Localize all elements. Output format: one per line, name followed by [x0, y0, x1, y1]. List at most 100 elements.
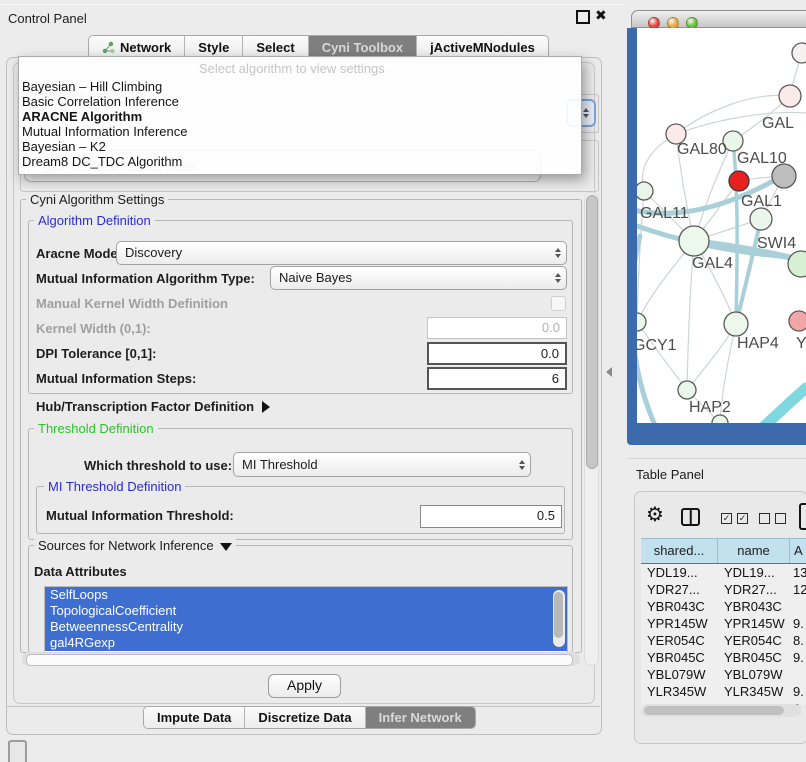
mi-threshold-title: MI Threshold Definition — [44, 479, 185, 494]
scrollbar-thumb[interactable] — [586, 195, 598, 469]
node-table-panel: ⚙ ✓✓ shared...nameA YDL19...YDL19...13YD… — [634, 491, 806, 744]
table-cell: 9. — [790, 615, 806, 632]
dpi-tolerance-field[interactable]: 0.0 — [427, 342, 567, 365]
list-scrollbar[interactable] — [553, 590, 565, 647]
scrollbar-thumb[interactable] — [644, 706, 784, 715]
scrollbar-thumb[interactable] — [26, 654, 573, 666]
table-row[interactable]: YPR145WYPR145W9. — [641, 615, 806, 632]
network-node[interactable] — [750, 208, 772, 230]
node-label-y: Y — [796, 335, 806, 352]
tab-network[interactable]: Network — [89, 36, 184, 58]
algorithm-option[interactable]: ARACNE Algorithm — [21, 109, 579, 124]
which-threshold-select[interactable]: MI Threshold — [233, 452, 531, 477]
stepper-arrows-icon — [583, 108, 589, 118]
columns-icon[interactable] — [681, 508, 700, 526]
mi-threshold-field[interactable]: 0.5 — [420, 505, 562, 528]
table-horizontal-scrollbar[interactable] — [641, 704, 801, 717]
data-attributes-list[interactable]: SelfLoopsTopologicalCoefficientBetweenne… — [44, 586, 568, 653]
bottom-tab-discretize-data[interactable]: Discretize Data — [244, 707, 364, 728]
which-threshold-value: MI Threshold — [242, 457, 318, 472]
table-cell: 13 — [790, 564, 806, 581]
network-node[interactable] — [792, 43, 806, 63]
network-canvas[interactable]: GALGAL80GAL10GAL1GAL11GAL4SWI4GCY1HAP4YH… — [637, 28, 806, 423]
tab-cyni-toolbox[interactable]: Cyni Toolbox — [308, 36, 416, 58]
table-panel: Table Panel ⚙ ✓✓ shared...nameA YDL19...… — [627, 458, 806, 762]
unchecked-pair-icon[interactable] — [759, 513, 786, 524]
table-cell: 8. — [790, 632, 806, 649]
settings-horizontal-scrollbar[interactable] — [22, 652, 580, 666]
tab-jactivemnodules[interactable]: jActiveMNodules — [416, 36, 548, 58]
network-node[interactable] — [729, 171, 749, 191]
network-node[interactable] — [779, 85, 801, 107]
table-cell: YLR345W — [641, 683, 718, 700]
data-attribute-item[interactable]: SelfLoops — [45, 587, 567, 603]
table-row[interactable]: YDR27...YDR27...12 — [641, 581, 806, 598]
close-icon[interactable]: ✖ — [595, 7, 607, 24]
tab-label: Network — [120, 40, 171, 55]
mi-type-select[interactable]: Naive Bayes — [270, 266, 567, 290]
network-node[interactable] — [678, 381, 696, 399]
manual-kernel-checkbox[interactable] — [551, 296, 566, 311]
network-node[interactable] — [772, 164, 796, 188]
column-header-2[interactable]: name — [718, 539, 790, 563]
network-node[interactable] — [712, 415, 728, 423]
table-row[interactable]: YBL079WYBL079W — [641, 666, 806, 683]
mi-steps-label: Mutual Information Steps: — [36, 371, 196, 386]
hub-definition-label: Hub/Transcription Factor Definition — [36, 399, 254, 414]
data-attribute-item[interactable]: BetweennessCentrality — [45, 619, 567, 635]
algorithm-option[interactable]: Mutual Information Inference — [21, 124, 579, 139]
tab-label: Select — [256, 40, 294, 55]
algorithm-option[interactable]: Bayesian – K2 — [21, 139, 579, 154]
network-node[interactable] — [637, 182, 653, 200]
apply-button[interactable]: Apply — [268, 674, 341, 698]
table-cell: YPR145W — [641, 615, 718, 632]
mi-steps-field[interactable]: 6 — [427, 367, 567, 390]
table-row[interactable]: YBR043CYBR043C — [641, 598, 806, 615]
node-label-gal: GAL — [762, 115, 794, 132]
tab-label: Cyni Toolbox — [322, 40, 403, 55]
checked-pair-icon[interactable]: ✓✓ — [721, 513, 748, 524]
split-pane-handle-icon[interactable] — [606, 367, 612, 377]
column-header-1[interactable]: shared... — [641, 539, 718, 563]
table-row[interactable]: YLR345WYLR345W9. — [641, 683, 806, 700]
new-column-icon[interactable] — [799, 503, 806, 530]
hub-definition-toggle[interactable]: Hub/Transcription Factor Definition — [36, 399, 270, 414]
algorithm-option[interactable]: Bayesian – Hill Climbing — [21, 79, 579, 94]
bottom-tab-infer-network[interactable]: Infer Network — [365, 707, 475, 728]
mi-type-label: Mutual Information Algorithm Type: — [36, 271, 255, 286]
float-window-icon[interactable] — [576, 10, 590, 24]
dpi-tolerance-label: DPI Tolerance [0,1]: — [36, 346, 156, 361]
node-label-gal11: GAL11 — [640, 205, 689, 222]
data-attribute-item[interactable]: TopologicalCoefficient — [45, 603, 567, 619]
network-view-window: GALGAL80GAL10GAL1GAL11GAL4SWI4GCY1HAP4YH… — [627, 8, 806, 445]
bottom-tab-impute-data[interactable]: Impute Data — [144, 707, 244, 728]
column-header-3[interactable]: A — [790, 539, 806, 563]
network-node[interactable] — [637, 313, 646, 331]
table-cell: YBR045C — [718, 649, 790, 666]
network-window-titlebar[interactable] — [631, 10, 806, 28]
table-cell: YER054C — [718, 632, 790, 649]
tab-select[interactable]: Select — [242, 36, 307, 58]
table-cell: YDR27... — [718, 581, 790, 598]
hidden-panel-icon[interactable] — [8, 740, 27, 762]
aracne-mode-select[interactable]: Discovery — [116, 241, 567, 265]
table-cell: YBL079W — [641, 666, 718, 683]
table-row[interactable]: YBR045CYBR045C9. — [641, 649, 806, 666]
tab-style[interactable]: Style — [184, 36, 242, 58]
algorithm-placeholder: Select algorithm to view settings — [199, 61, 385, 76]
gear-icon[interactable]: ⚙ — [646, 502, 664, 527]
sources-title[interactable]: Sources for Network Inference — [34, 538, 236, 553]
network-node[interactable] — [789, 311, 806, 331]
algorithm-option[interactable]: Dream8 DC_TDC Algorithm — [21, 154, 579, 169]
table-row[interactable]: YDL19...YDL19...13 — [641, 564, 806, 581]
settings-vertical-scrollbar[interactable] — [584, 192, 599, 666]
network-node[interactable] — [724, 312, 748, 336]
network-node[interactable] — [679, 226, 709, 256]
data-attribute-item[interactable]: gal4RGexp — [45, 635, 567, 651]
algorithm-option[interactable]: Basic Correlation Inference — [21, 94, 579, 109]
network-edge — [748, 388, 806, 423]
node-label-gal80: GAL80 — [677, 141, 727, 158]
kernel-width-field: 0.0 — [427, 317, 567, 339]
table-row[interactable]: YER054CYER054C8. — [641, 632, 806, 649]
table-cell: YDL19... — [641, 564, 718, 581]
